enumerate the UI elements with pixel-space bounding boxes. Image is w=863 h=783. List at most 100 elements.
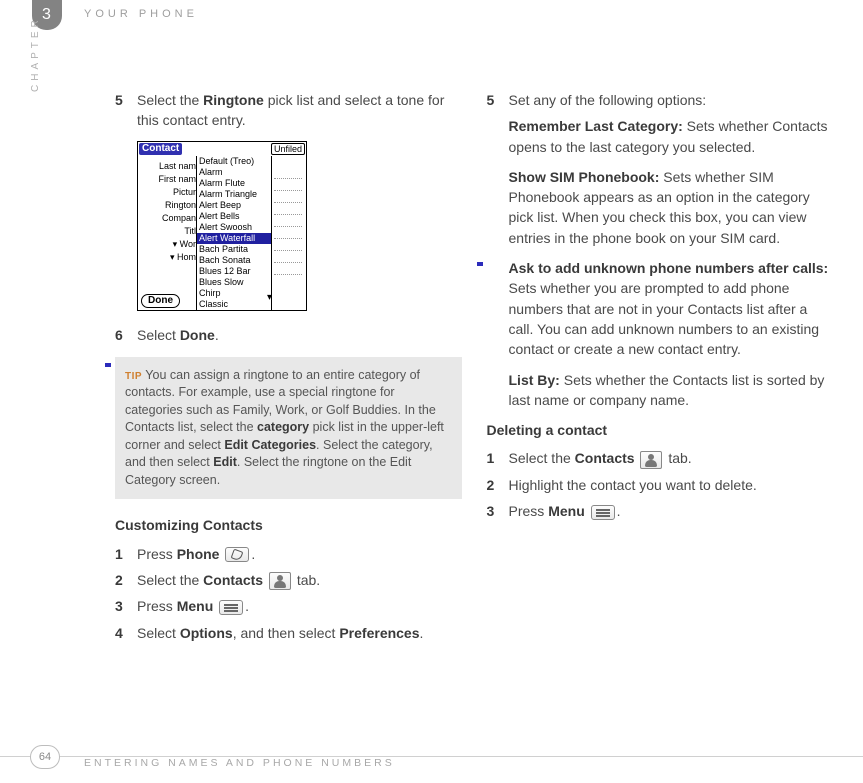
step-number: 5	[487, 90, 509, 110]
step-6: 6 Select Done.	[115, 325, 462, 345]
bold: Phone	[177, 546, 220, 562]
step-text: Set any of the following options:	[509, 90, 834, 110]
text: Select	[137, 625, 180, 641]
text: .	[215, 327, 219, 343]
step-number: 3	[115, 596, 137, 616]
ss-list-item: Alarm Flute	[197, 178, 271, 189]
bold: Remember Last Category:	[509, 118, 683, 134]
ringtone-screenshot: Contact Unfiled Last namFirst namPicturR…	[137, 141, 307, 311]
ss-list-item: Classic	[197, 299, 271, 310]
deleting-contact-heading: Deleting a contact	[487, 420, 834, 440]
text: Press	[509, 503, 549, 519]
ss-unfiled-label: Unfiled	[271, 143, 305, 155]
bold: category	[257, 420, 309, 434]
step-number: 4	[115, 623, 137, 643]
page-footer: 64 ENTERING NAMES AND PHONE NUMBERS	[0, 756, 863, 765]
left-column: 5 Select the Ringtone pick list and sele…	[115, 90, 462, 723]
menu-icon	[219, 600, 243, 615]
cust-step-1: 1 Press Phone .	[115, 544, 462, 564]
chapter-vertical-label: CHAPTER	[30, 16, 41, 92]
ss-field-label: Titl	[141, 225, 196, 238]
bold: Menu	[548, 503, 585, 519]
step-number: 1	[115, 544, 137, 564]
header-title: YOUR PHONE	[84, 8, 198, 20]
ss-field-label: Last nam	[141, 160, 196, 173]
step-text: Highlight the contact you want to delete…	[509, 475, 834, 495]
ss-list-item: Blues Slow	[197, 277, 271, 288]
bold: Preferences	[339, 625, 419, 641]
ss-field-label: Compan	[141, 212, 196, 225]
text: Select	[137, 327, 180, 343]
ss-field-label: ▾ Hom	[141, 251, 196, 264]
text: Press	[137, 546, 177, 562]
del-step-2: 2 Highlight the contact you want to dele…	[487, 475, 834, 495]
step-number: 2	[487, 475, 509, 495]
ss-list-item: Bach Sonata	[197, 255, 271, 266]
text: , and then select	[233, 625, 340, 641]
phone-icon	[225, 547, 249, 562]
bold: List By:	[509, 372, 560, 388]
option-list-by: List By: Sets whether the Contacts list …	[487, 370, 834, 411]
del-step-3: 3 Press Menu .	[487, 501, 834, 521]
text: .	[251, 546, 255, 562]
text: Select the	[137, 572, 203, 588]
ss-list-item: Default (Treo)	[197, 156, 271, 167]
text: tab.	[293, 572, 320, 588]
ss-topbar: Contact Unfiled	[139, 143, 305, 155]
page-number-badge: 64	[30, 745, 60, 769]
ss-field-label: Rington	[141, 199, 196, 212]
menu-icon	[591, 505, 615, 520]
content-columns: 5 Select the Ringtone pick list and sele…	[115, 90, 833, 723]
bold: Ask to add unknown phone numbers after c…	[509, 260, 829, 276]
cust-step-2: 2 Select the Contacts tab.	[115, 570, 462, 590]
contacts-icon	[640, 451, 662, 469]
ss-list-item: Alert Bells	[197, 211, 271, 222]
step-text: Select the Ringtone pick list and select…	[137, 90, 462, 131]
step-number: 1	[487, 448, 509, 468]
bold: Contacts	[575, 450, 635, 466]
ss-field-labels: Last namFirst namPicturRingtonCompanTitl…	[141, 160, 196, 264]
text: Sets whether you are prompted to add pho…	[509, 280, 820, 357]
option-remember-last: Remember Last Category: Sets whether Con…	[487, 116, 834, 157]
ss-contact-label: Contact	[139, 143, 182, 155]
bold: Edit Categories	[224, 438, 316, 452]
contacts-icon	[269, 572, 291, 590]
right-step-5: 5 Set any of the following options:	[487, 90, 834, 110]
step-text: Press Menu .	[137, 596, 462, 616]
step-text: Select the Contacts tab.	[137, 570, 462, 590]
step-5: 5 Select the Ringtone pick list and sele…	[115, 90, 462, 131]
step-text: Select the Contacts tab.	[509, 448, 834, 468]
del-step-1: 1 Select the Contacts tab.	[487, 448, 834, 468]
ss-field-label: Pictur	[141, 186, 196, 199]
customizing-contacts-heading: Customizing Contacts	[115, 515, 462, 535]
ss-list-item: Chirp	[197, 288, 271, 299]
bold: Done	[180, 327, 215, 343]
ss-list-item: Alert Beep	[197, 200, 271, 211]
footer-title: ENTERING NAMES AND PHONE NUMBERS	[84, 757, 395, 769]
ss-field-label: First nam	[141, 173, 196, 186]
page-header: 3 YOUR PHONE	[0, 0, 863, 40]
step-text: Press Menu .	[509, 501, 834, 521]
right-column: 5 Set any of the following options: Reme…	[487, 90, 834, 723]
tip-box: TIP You can assign a ringtone to an enti…	[115, 357, 462, 500]
ss-scroll-arrow-icon: ▾	[267, 291, 272, 306]
step-number: 3	[487, 501, 509, 521]
bold: Edit	[213, 455, 237, 469]
bold: Options	[180, 625, 233, 641]
ss-ringtone-list: Default (Treo)AlarmAlarm FluteAlarm Tria…	[196, 156, 272, 311]
ss-list-item: Blues 12 Bar	[197, 266, 271, 277]
cust-step-4: 4 Select Options, and then select Prefer…	[115, 623, 462, 643]
ss-list-item: Alert Waterfall	[197, 233, 271, 244]
option-ask-unknown: Ask to add unknown phone numbers after c…	[487, 258, 834, 359]
step-number: 5	[115, 90, 137, 131]
ss-list-item: Alert Swoosh	[197, 222, 271, 233]
ss-list-item: Alarm	[197, 167, 271, 178]
step-text: Select Done.	[137, 325, 462, 345]
text: .	[245, 598, 249, 614]
text: Select the	[137, 92, 203, 108]
text: Press	[137, 598, 177, 614]
tip-label: TIP	[125, 371, 142, 382]
step-text: Select Options, and then select Preferen…	[137, 623, 462, 643]
ss-field-label: ▾ Wor	[141, 238, 196, 251]
cust-step-3: 3 Press Menu .	[115, 596, 462, 616]
